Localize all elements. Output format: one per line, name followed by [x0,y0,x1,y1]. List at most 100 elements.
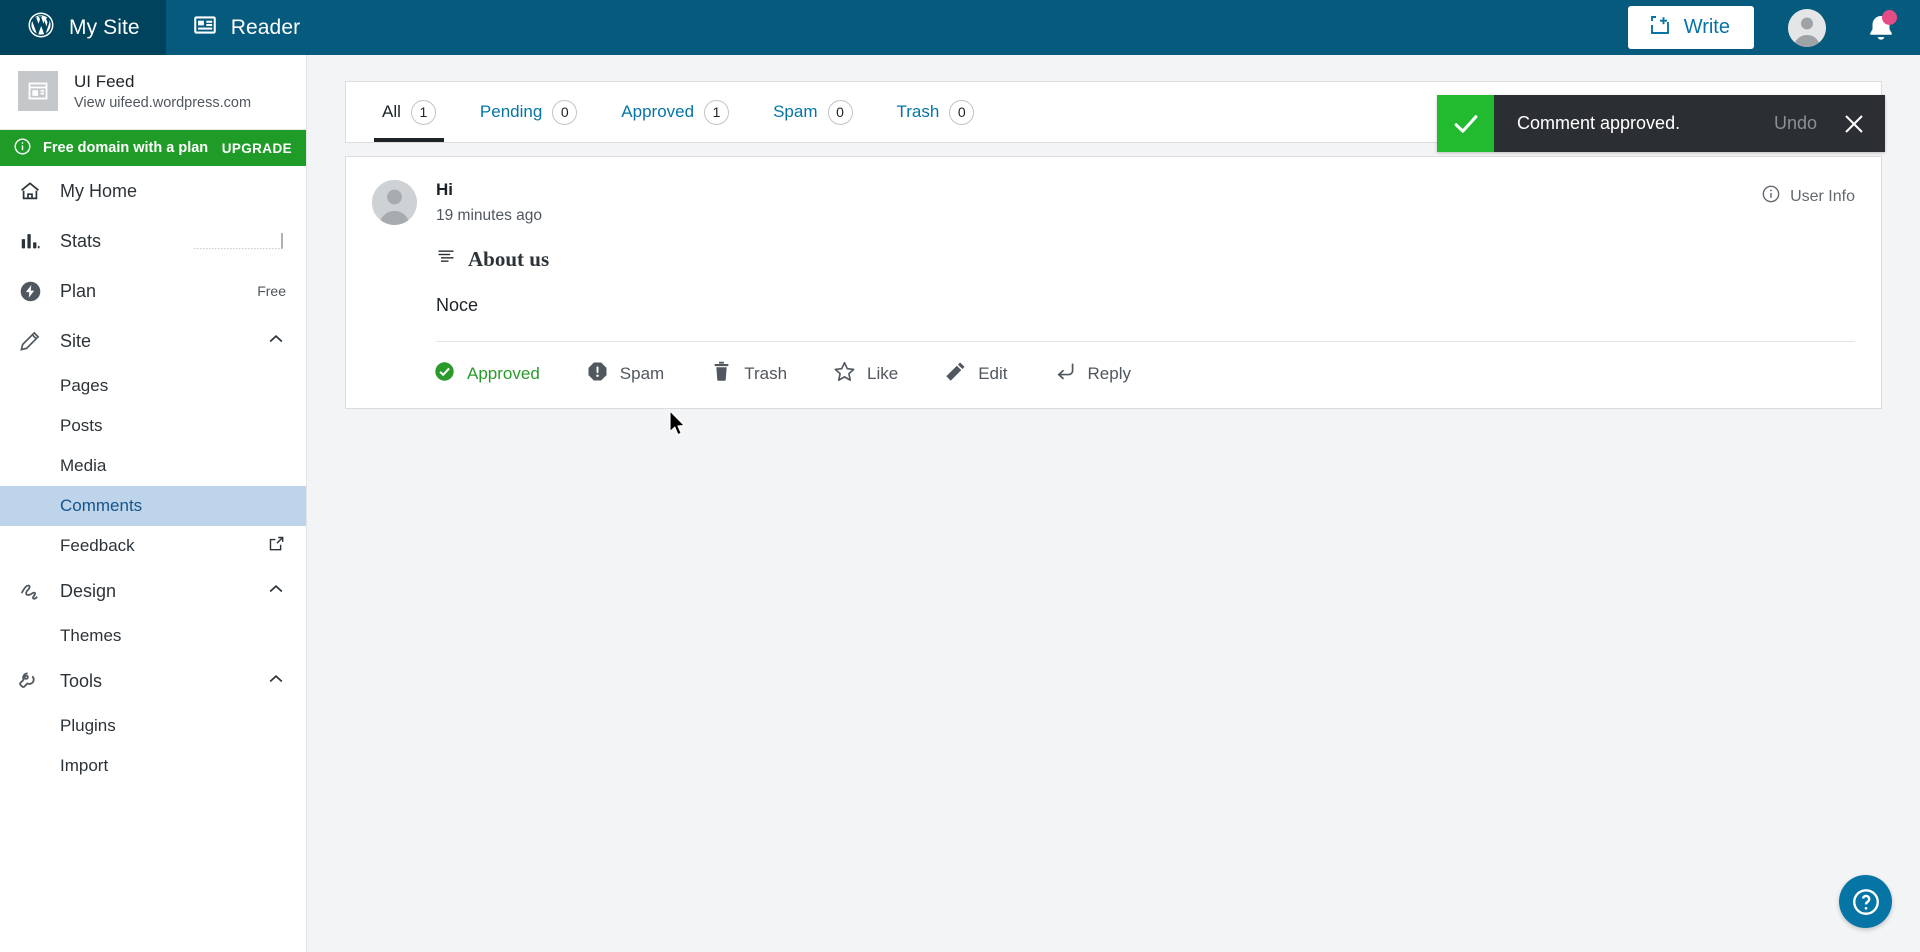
action-approved-label: Approved [467,364,540,383]
sidebar-item-plugins-label: Plugins [60,716,116,735]
action-like-label: Like [867,364,899,383]
masthead-actions: Write [1627,0,1920,55]
action-reply-button[interactable]: Reply [1031,360,1154,388]
comment-post-title: About us [468,246,550,271]
write-button[interactable]: Write [1627,6,1754,49]
close-icon[interactable] [1841,111,1867,137]
sidebar-item-import-label: Import [60,756,109,775]
sidebar-item-comments[interactable]: Comments [0,486,306,526]
tab-trash-count: 0 [949,99,975,125]
upgrade-banner[interactable]: Free domain with a plan UPGRADE [0,130,306,166]
sidebar-item-tools[interactable]: Tools [0,656,306,706]
toast-undo-button[interactable]: Undo [1774,113,1817,134]
sidebar-item-comments-label: Comments [60,496,143,515]
spam-icon [586,360,609,388]
sidebar-item-media[interactable]: Media [0,446,306,486]
sidebar: UI Feed View uifeed.wordpress.com Free d… [0,55,307,952]
comment-author-name: Hi [436,180,453,199]
tab-trash-label: Trash [896,102,940,121]
tab-approved-label: Approved [621,102,695,121]
sidebar-item-design-label: Design [60,580,117,601]
action-edit-button[interactable]: Edit [921,360,1030,388]
stats-icon [17,230,43,252]
tab-pending[interactable]: Pending 0 [458,82,599,142]
tab-pending-count: 0 [552,99,578,125]
comment-meta: Hi 19 minutes ago [436,180,1761,225]
comment-timestamp: 19 minutes ago [436,207,542,224]
sidebar-item-pages[interactable]: Pages [0,366,306,406]
chevron-up-icon[interactable] [266,669,286,694]
site-url: View uifeed.wordpress.com [74,94,252,111]
masthead-tab-reader-label: Reader [230,15,301,39]
sidebar-item-plugins[interactable]: Plugins [0,706,306,746]
wordpress-logo-icon [26,10,56,46]
home-icon [17,179,43,203]
upgrade-banner-cta[interactable]: UPGRADE [222,141,292,156]
action-edit-label: Edit [978,364,1008,383]
sidebar-item-stats-label: Stats [60,230,102,251]
comment-action-bar: Approved Spam Trash Like Edit Reply [346,342,1881,408]
action-trash-button[interactable]: Trash [687,360,810,388]
sidebar-item-plan-label: Plan [60,280,97,301]
write-plus-icon [1648,13,1672,43]
sidebar-item-my-home-label: My Home [60,180,138,201]
notification-badge-dot [1882,9,1897,25]
action-approved-button[interactable]: Approved [410,360,563,388]
action-trash-label: Trash [744,364,788,383]
sidebar-item-design[interactable]: Design [0,566,306,616]
site-card[interactable]: UI Feed View uifeed.wordpress.com [0,55,306,130]
sidebar-item-posts[interactable]: Posts [0,406,306,446]
tab-spam[interactable]: Spam 0 [751,82,874,142]
sidebar-item-posts-label: Posts [60,416,103,435]
comment-body-text: Noce [436,295,1855,342]
masthead-tab-my-site[interactable]: My Site [0,0,166,55]
sidebar-item-import[interactable]: Import [0,746,306,786]
chevron-up-icon[interactable] [266,329,286,354]
tab-all[interactable]: All 1 [360,82,458,142]
help-button[interactable] [1839,875,1892,928]
reader-icon [192,12,218,44]
main-content: All 1 Pending 0 Approved 1 Spam 0 Trash … [307,55,1920,952]
action-like-button[interactable]: Like [810,360,921,388]
info-circle-icon [1761,184,1781,209]
info-circle-icon [13,137,32,160]
pencil-icon [17,329,43,353]
sidebar-item-plan-value: Free [257,283,286,299]
post-lines-icon [436,246,456,272]
toast-notification: Comment approved. Undo [1437,95,1885,152]
user-info-button[interactable]: User Info [1761,180,1855,209]
sidebar-item-plan[interactable]: Plan Free [0,266,306,316]
masthead-tab-reader[interactable]: Reader [166,0,326,55]
action-spam-label: Spam [619,364,665,383]
sidebar-item-themes[interactable]: Themes [0,616,306,656]
sidebar-item-my-home[interactable]: My Home [0,166,306,216]
stats-sparkline [194,232,286,250]
checkmark-icon [1437,95,1494,152]
action-spam-button[interactable]: Spam [563,360,687,388]
avatar[interactable] [1788,8,1826,47]
chevron-up-icon[interactable] [266,579,286,604]
comment-author-avatar [372,180,417,225]
tab-approved[interactable]: Approved 1 [599,82,751,142]
tab-trash[interactable]: Trash 0 [875,82,997,142]
check-circle-icon [433,360,456,388]
tab-approved-count: 1 [704,99,730,125]
comment-header: Hi 19 minutes ago User Info [346,157,1881,225]
sidebar-item-feedback[interactable]: Feedback [0,526,306,566]
masthead: My Site Reader Write [0,0,1920,55]
sidebar-item-stats[interactable]: Stats [0,216,306,266]
comment-post-link[interactable]: About us [436,246,1855,272]
reply-icon [1054,360,1077,388]
brush-icon [17,579,43,603]
tab-all-label: All [382,102,401,121]
tab-spam-count: 0 [827,99,853,125]
upgrade-banner-text: Free domain with a plan [43,140,209,156]
star-icon [833,360,856,388]
notifications-bell-button[interactable] [1864,9,1898,45]
pencil-icon [944,360,967,388]
site-thumbnail-icon [18,71,58,111]
external-link-icon [267,534,286,558]
sidebar-item-pages-label: Pages [60,376,109,395]
sidebar-item-site[interactable]: Site [0,316,306,366]
masthead-spacer [326,0,1627,55]
